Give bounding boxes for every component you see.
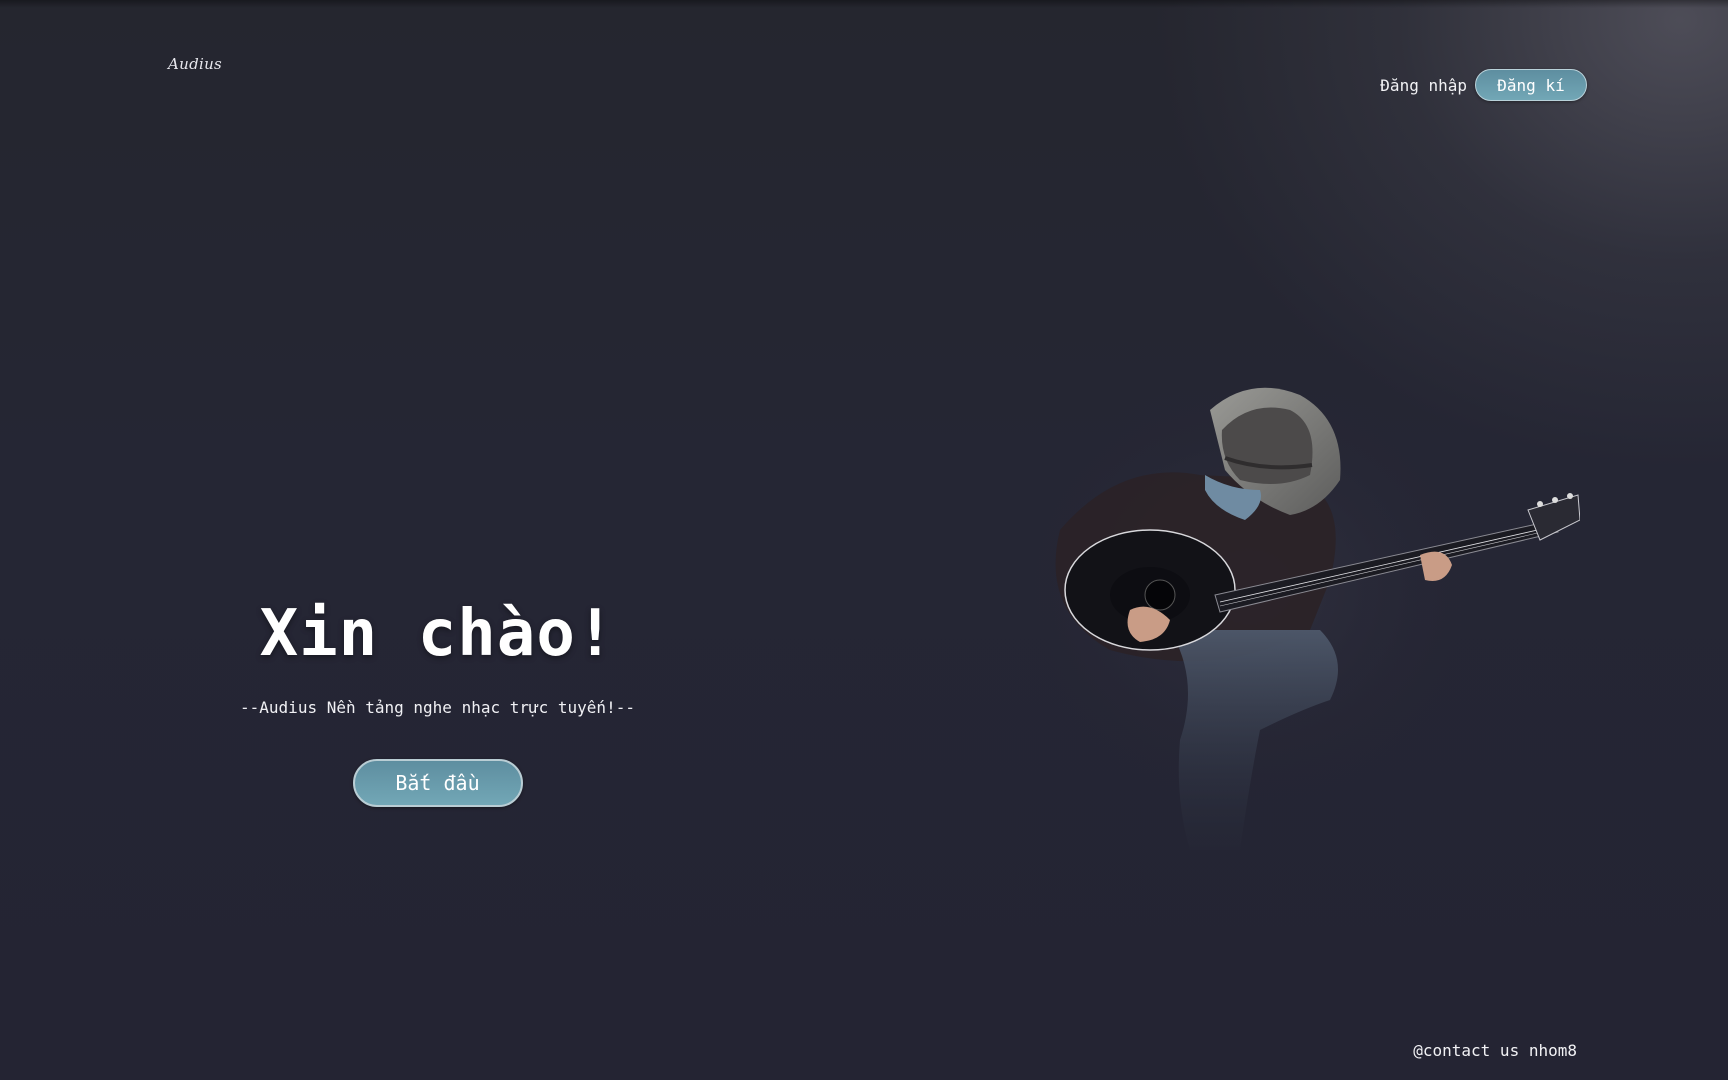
guitarist-illustration	[1000, 380, 1580, 850]
top-shadow	[0, 0, 1728, 8]
hero-subtitle: --Audius Nền tảng nghe nhạc trực tuyến!-…	[240, 698, 635, 717]
top-nav: Đăng nhập Đăng kí	[1380, 69, 1587, 101]
start-button[interactable]: Bắt đầu	[352, 759, 523, 807]
hero-title: Xin chào!	[259, 597, 616, 671]
contact-text[interactable]: @contact us nhom8	[1413, 1041, 1577, 1060]
login-link[interactable]: Đăng nhập	[1380, 76, 1467, 95]
register-button[interactable]: Đăng kí	[1475, 69, 1587, 101]
logo[interactable]: Audius	[168, 55, 222, 73]
hero-section: Xin chào! --Audius Nền tảng nghe nhạc tr…	[180, 590, 695, 807]
